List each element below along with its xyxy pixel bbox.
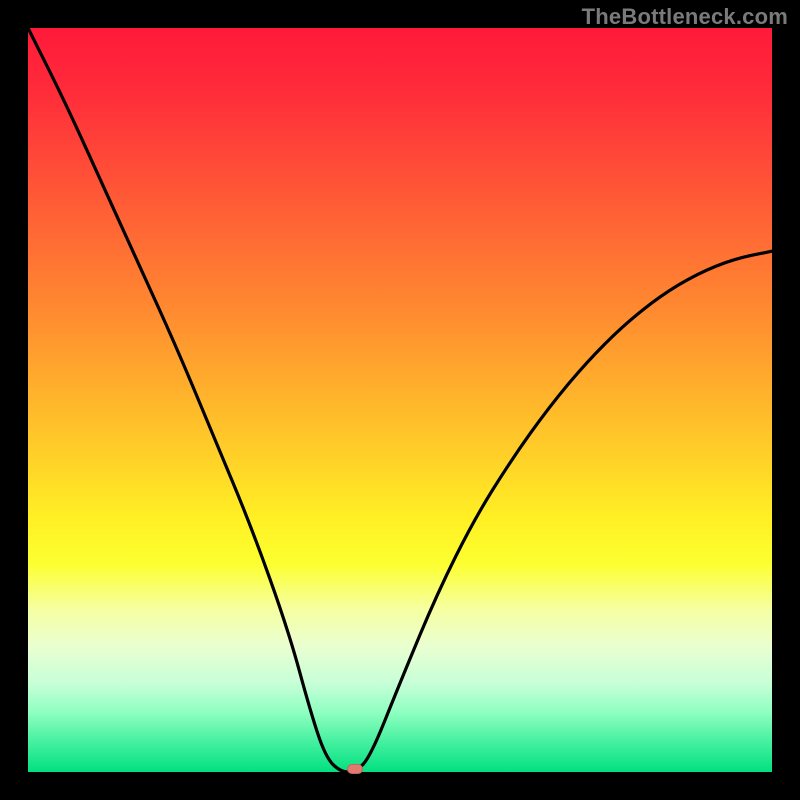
chart-frame: TheBottleneck.com: [0, 0, 800, 800]
watermark-text: TheBottleneck.com: [582, 4, 788, 30]
bottleneck-curve-svg: [28, 28, 772, 772]
optimal-marker: [347, 764, 363, 774]
plot-area: [28, 28, 772, 772]
bottleneck-curve-path: [28, 28, 772, 772]
